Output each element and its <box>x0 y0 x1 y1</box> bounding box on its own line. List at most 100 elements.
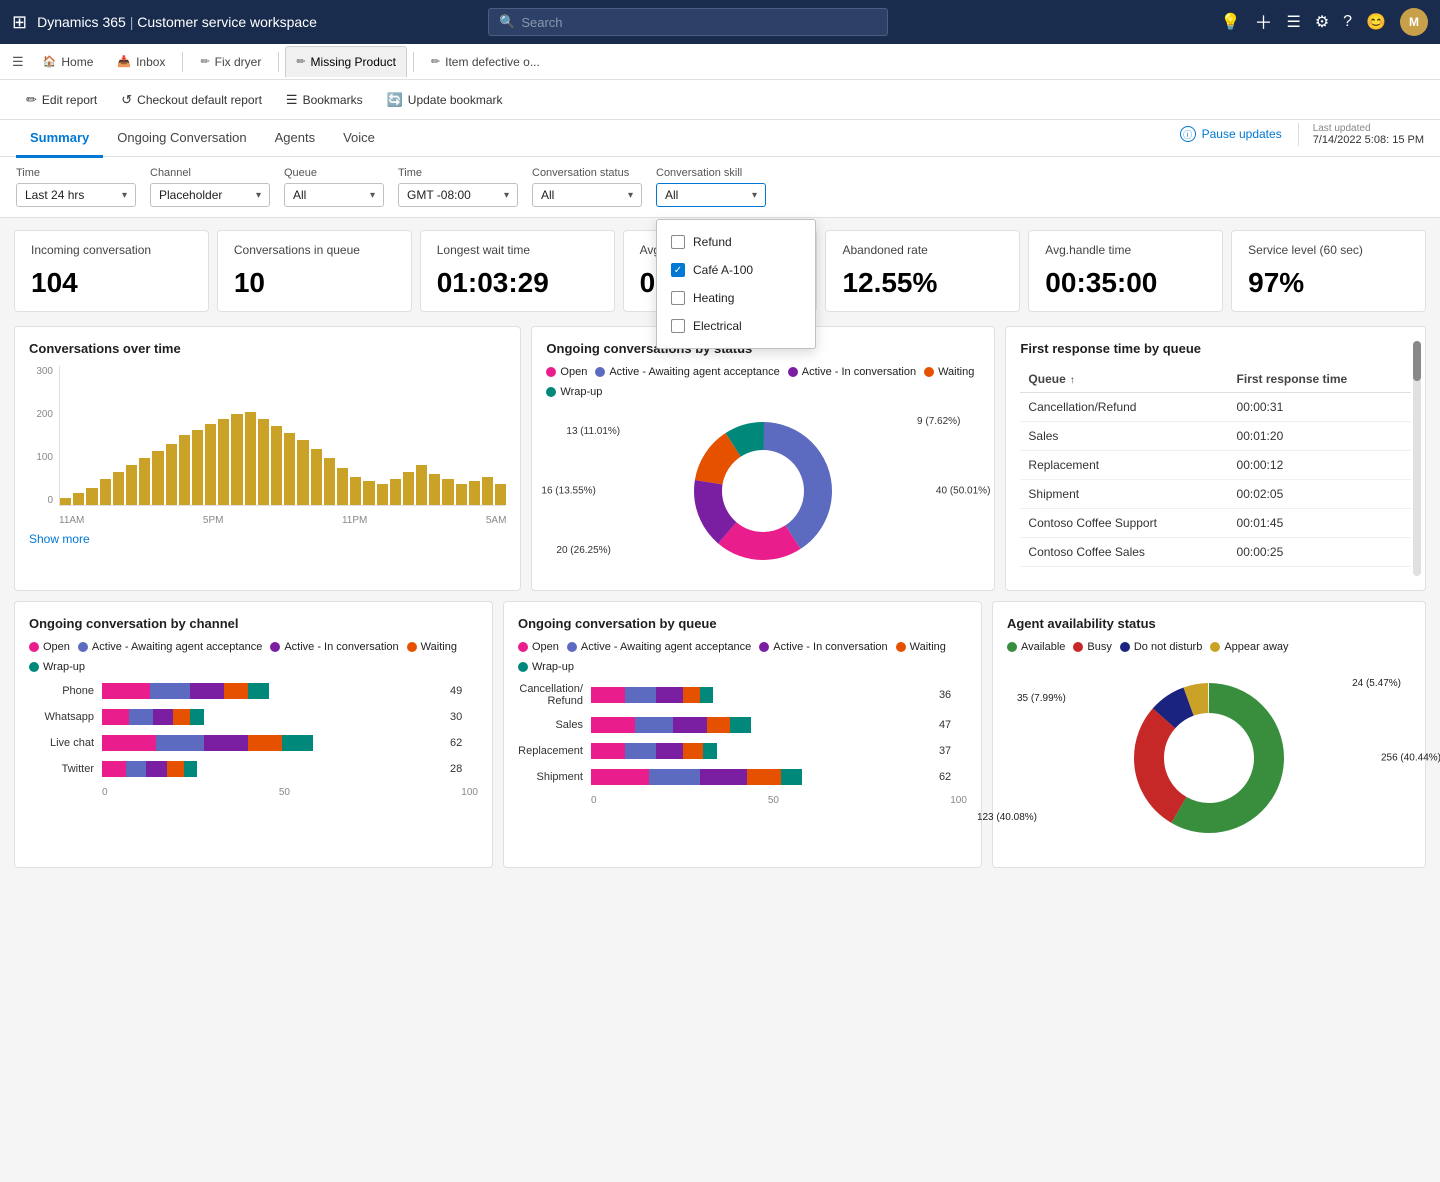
conv-status-select[interactable]: All ▾ <box>532 183 642 207</box>
hbar-segment <box>625 687 656 703</box>
legend-wrapup-c: Wrap-up <box>29 661 85 673</box>
conv-over-time-card: Conversations over time 300 200 100 0 11… <box>14 326 521 591</box>
bar-segment <box>442 479 453 504</box>
kpi-service-level: Service level (60 sec) 97% <box>1231 230 1426 312</box>
tab-missing-product[interactable]: ✏ Missing Product <box>285 46 407 78</box>
edit-report-button[interactable]: ✏ Edit report <box>16 87 107 113</box>
table-row: Contoso Coffee Sales00:00:25 <box>1020 537 1411 566</box>
hbar-segment <box>683 743 703 759</box>
skill-option-electrical[interactable]: Electrical <box>657 312 815 340</box>
tab-divider-1 <box>182 52 183 72</box>
hbar-segment <box>248 683 268 699</box>
bar-segment <box>469 481 480 504</box>
bar-segment <box>297 440 308 505</box>
kpi-in-queue: Conversations in queue 10 <box>217 230 412 312</box>
legend-dnd: Do not disturb <box>1120 641 1202 653</box>
hbar-segment <box>153 709 173 725</box>
hbar-segment <box>126 761 146 777</box>
sub-tab-list: Summary Ongoing Conversation Agents Voic… <box>16 120 389 156</box>
hbar-segment <box>190 709 204 725</box>
checkbox-cafe[interactable]: ✓ <box>671 263 685 277</box>
status-legend: Open Active - Awaiting agent acceptance … <box>546 366 980 398</box>
time2-select[interactable]: GMT -08:00 ▾ <box>398 183 518 207</box>
show-more-link[interactable]: Show more <box>29 532 90 546</box>
add-icon[interactable]: ＋ <box>1254 9 1272 35</box>
tab-inbox[interactable]: 📥 Inbox <box>106 46 176 78</box>
response-time-table: Queue↑ First response time Cancellation/… <box>1020 366 1411 567</box>
skill-option-refund[interactable]: Refund <box>657 228 815 256</box>
tab-item-defective[interactable]: ✏ Item defective o... <box>420 46 551 78</box>
menu-icon[interactable]: ☰ <box>6 50 30 74</box>
ongoing-by-status-card: Ongoing conversations by status Open Act… <box>531 326 995 591</box>
tab-fix-dryer[interactable]: ✏ Fix dryer <box>189 46 272 78</box>
donut-label-13: 13 (11.01%) <box>566 426 620 437</box>
channel-legend: Open Active - Awaiting agent acceptance … <box>29 641 478 673</box>
bar-segment <box>416 465 427 504</box>
edit-icon-2: ✏ <box>296 55 305 68</box>
bar-segment <box>86 488 97 504</box>
legend-open: Open <box>546 366 587 378</box>
skill-option-heating[interactable]: Heating <box>657 284 815 312</box>
update-bookmark-button[interactable]: 🔄 Update bookmark <box>377 87 513 113</box>
hbar-segment <box>173 709 190 725</box>
bar-segment <box>495 484 506 505</box>
hbar-row: Whatsapp30 <box>29 709 478 725</box>
avatar[interactable]: M <box>1400 8 1428 36</box>
scrollbar-thumb[interactable] <box>1413 341 1421 381</box>
edit-report-icon: ✏ <box>26 92 37 108</box>
help-icon[interactable]: ? <box>1343 13 1352 31</box>
last-updated: Last updated 7/14/2022 5:08: 15 PM <box>1298 123 1424 146</box>
bar-segment <box>231 414 242 504</box>
hbar-segment <box>282 735 313 751</box>
conv-skill-select[interactable]: All ▾ <box>656 183 766 207</box>
settings-icon[interactable]: ⚙ <box>1315 12 1329 32</box>
legend-awaiting-q: Active - Awaiting agent acceptance <box>567 641 751 653</box>
user-icon[interactable]: 😊 <box>1366 12 1386 32</box>
global-search[interactable]: 🔍 Search <box>488 8 888 36</box>
time-select[interactable]: Last 24 hrs ▾ <box>16 183 136 207</box>
table-row: Shipment00:02:05 <box>1020 479 1411 508</box>
app-launcher[interactable]: ⊞ <box>12 12 27 33</box>
tab-ongoing-conversation[interactable]: Ongoing Conversation <box>103 120 260 158</box>
tab-summary[interactable]: Summary <box>16 120 103 158</box>
legend-active-awaiting: Active - Awaiting agent acceptance <box>595 366 779 378</box>
bar-segment <box>429 474 440 504</box>
bar-segment <box>218 419 229 505</box>
tab-agents[interactable]: Agents <box>261 120 329 158</box>
hbar-segment <box>190 683 224 699</box>
tab-divider-3 <box>413 52 414 72</box>
hbar-segment <box>224 683 248 699</box>
pause-updates-button[interactable]: ⓘ Pause updates <box>1180 126 1282 142</box>
chevron-down-icon-3: ▾ <box>370 190 375 201</box>
skill-option-cafe[interactable]: ✓ Café A-100 <box>657 256 815 284</box>
home-icon: 🏠 <box>43 55 57 68</box>
filters-bar: Time Last 24 hrs ▾ Channel Placeholder ▾… <box>0 157 1440 218</box>
filter-time: Time Last 24 hrs ▾ <box>16 167 136 207</box>
lightbulb-icon[interactable]: 💡 <box>1221 12 1241 32</box>
filter-icon[interactable]: ☰ <box>1286 12 1300 32</box>
bar-segment <box>126 465 137 504</box>
checkbox-electrical[interactable] <box>671 319 685 333</box>
hbar-segment <box>673 717 707 733</box>
bar-segment <box>337 468 348 505</box>
legend-waiting-c: Waiting <box>407 641 457 653</box>
skill-dropdown[interactable]: Refund ✓ Café A-100 Heating Electrical <box>656 219 816 349</box>
queue-legend: Open Active - Awaiting agent acceptance … <box>518 641 967 673</box>
bookmark-icon: ☰ <box>286 92 298 108</box>
search-placeholder: Search <box>521 15 562 30</box>
checkout-default-button[interactable]: ↺ Checkout default report <box>111 87 272 113</box>
edit-icon-1: ✏ <box>200 55 209 68</box>
checkbox-refund[interactable] <box>671 235 685 249</box>
bar-segment <box>60 498 71 505</box>
tab-home[interactable]: 🏠 Home <box>32 46 105 78</box>
channel-select[interactable]: Placeholder ▾ <box>150 183 270 207</box>
update-controls: ⓘ Pause updates Last updated 7/14/2022 5… <box>1180 123 1424 154</box>
bookmarks-button[interactable]: ☰ Bookmarks <box>276 87 373 113</box>
legend-available: Available <box>1007 641 1065 653</box>
hbar-segment <box>700 687 714 703</box>
checkbox-heating[interactable] <box>671 291 685 305</box>
hbar-row: Phone49 <box>29 683 478 699</box>
charts-row-1: Conversations over time 300 200 100 0 11… <box>14 326 1426 591</box>
tab-voice[interactable]: Voice <box>329 120 389 158</box>
queue-select[interactable]: All ▾ <box>284 183 384 207</box>
